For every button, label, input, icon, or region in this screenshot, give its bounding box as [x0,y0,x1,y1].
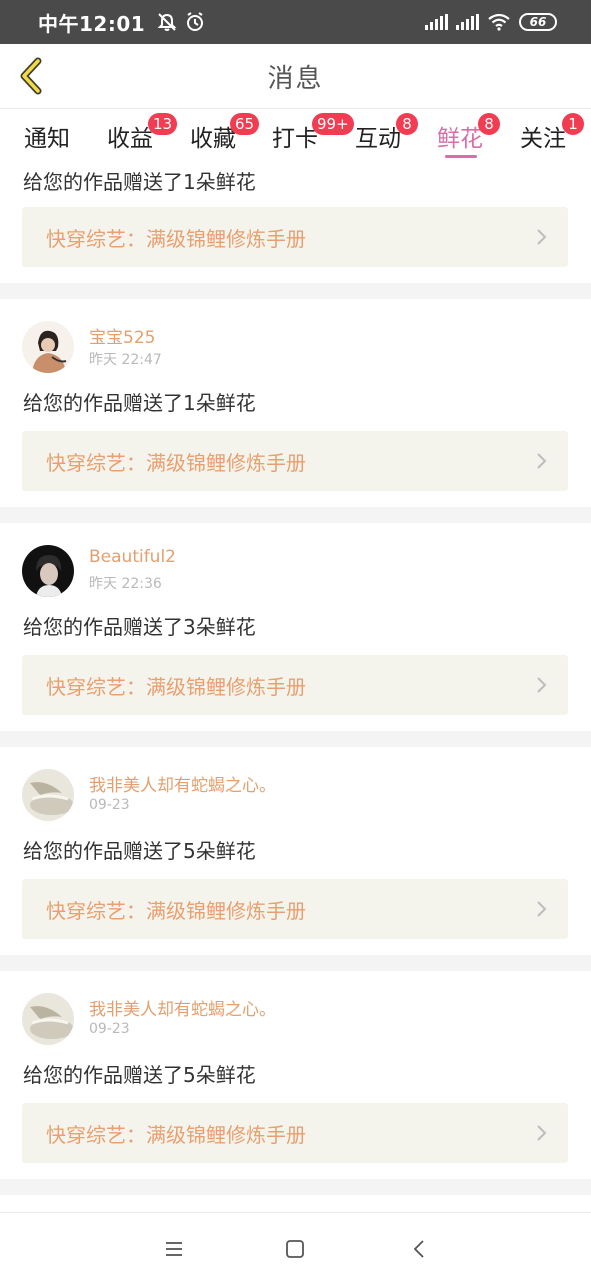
tab-badge: 99+ [312,113,354,135]
work-link[interactable]: 快穿综艺：满级锦鲤修炼手册 [22,431,568,491]
tab-interaction[interactable]: 互动 8 [355,113,418,153]
work-link[interactable]: 快穿综艺：满级锦鲤修炼手册 [22,1103,568,1163]
tab-notice[interactable]: 通知 [24,119,70,153]
page-title: 消息 [267,63,324,94]
tab-label: 收藏 [190,126,236,152]
tab-badge: 8 [396,113,418,135]
work-title: 快穿综艺：满级锦鲤修炼手册 [46,674,306,699]
tab-favorites[interactable]: 收藏 65 [190,113,260,153]
avatar[interactable] [22,993,74,1045]
timestamp: 09-23 [89,1021,130,1037]
gift-message: 给您的作品赠送了5朵鲜花 [23,1063,256,1087]
tab-badge: 13 [148,113,178,135]
list-item: 宝宝525 昨天 22:47 给您的作品赠送了1朵鲜花 快穿综艺：满级锦鲤修炼手… [0,299,591,507]
username[interactable]: Beautiful2 [89,547,176,567]
timestamp: 昨天 22:47 [89,352,162,368]
status-bar: 中午12:01 66 [0,0,591,44]
work-link[interactable]: 快穿综艺：满级锦鲤修炼手册 [22,207,568,267]
active-tab-indicator [445,155,477,158]
username[interactable]: 我非美人却有蛇蝎之心。 [89,771,276,796]
alarm-icon [187,12,204,31]
messages-screen: 中午12:01 66 消息 通知 收益 13 收藏 65 打卡 99+ 互动 8… [0,0,591,1280]
battery-icon: 66 [519,13,557,31]
chevron-right-icon [537,229,547,245]
work-title: 快穿综艺：满级锦鲤修炼手册 [46,450,306,475]
system-nav-bar [0,1212,591,1280]
work-title: 快穿综艺：满级锦鲤修炼手册 [46,226,306,251]
chevron-right-icon [537,901,547,917]
tab-label: 鲜花 [437,126,483,152]
menu-icon[interactable] [162,1237,186,1261]
status-time: 中午12:01 [38,11,146,36]
gift-message: 给您的作品赠送了1朵鲜花 [23,391,256,415]
tab-badge: 1 [562,113,584,135]
timestamp: 09-23 [89,797,130,813]
back-icon[interactable] [408,1237,432,1261]
avatar[interactable] [22,321,74,373]
gift-message: 给您的作品赠送了5朵鲜花 [23,839,256,863]
work-link[interactable]: 快穿综艺：满级锦鲤修炼手册 [22,655,568,715]
tab-label: 打卡 [272,126,318,152]
gift-message: 给您的作品赠送了1朵鲜花 [23,170,256,194]
mute-icon [157,13,177,31]
tab-earnings[interactable]: 收益 13 [107,113,178,153]
chevron-left-icon[interactable] [14,56,50,96]
avatar[interactable] [22,769,74,821]
list-item: 给您的作品赠送了1朵鲜花 快穿综艺：满级锦鲤修炼手册 [0,160,591,283]
tab-flowers[interactable]: 鲜花 8 [437,113,500,153]
list-item: 我非美人却有蛇蝎之心。 09-23 给您的作品赠送了5朵鲜花 快穿综艺：满级锦鲤… [0,747,591,955]
work-link[interactable]: 快穿综艺：满级锦鲤修炼手册 [22,879,568,939]
tab-badge: 8 [478,113,500,135]
wifi-icon [488,13,510,31]
avatar[interactable] [22,545,74,597]
username[interactable]: 我非美人却有蛇蝎之心。 [89,995,276,1020]
signal-icon [425,14,448,30]
tab-checkin[interactable]: 打卡 99+ [272,113,354,153]
home-icon[interactable] [283,1237,307,1261]
tab-label: 收益 [107,126,153,152]
list-item: 我非美人却有蛇蝎之心。 09-23 给您的作品赠送了5朵鲜花 快穿综艺：满级锦鲤… [0,971,591,1179]
gift-message: 给您的作品赠送了3朵鲜花 [23,615,256,639]
tab-follow[interactable]: 关注 1 [520,113,584,153]
tab-badge: 65 [230,113,260,135]
work-title: 快穿综艺：满级锦鲤修炼手册 [46,898,306,923]
list-item: Beautiful2 昨天 22:36 给您的作品赠送了3朵鲜花 快穿综艺：满级… [0,523,591,731]
flower-feed: 给您的作品赠送了1朵鲜花 快穿综艺：满级锦鲤修炼手册 宝宝525 昨天 22:4… [0,160,591,1215]
tab-label: 互动 [355,126,401,152]
tab-label: 通知 [24,126,70,152]
username[interactable]: 宝宝525 [89,323,155,348]
timestamp: 昨天 22:36 [89,576,162,592]
tab-bar: 通知 收益 13 收藏 65 打卡 99+ 互动 8 鲜花 8 关注 1 [0,108,591,160]
tab-label: 关注 [520,126,566,152]
chevron-right-icon [537,677,547,693]
chevron-right-icon [537,453,547,469]
header: 消息 [0,44,591,108]
battery-level: 66 [529,15,547,29]
chevron-right-icon [537,1125,547,1141]
work-title: 快穿综艺：满级锦鲤修炼手册 [46,1122,306,1147]
signal-icon [456,14,479,30]
